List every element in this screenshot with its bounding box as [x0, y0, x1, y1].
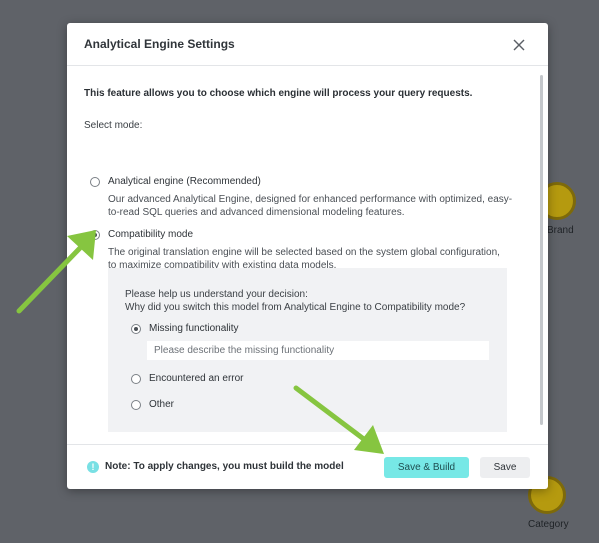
close-button[interactable] [511, 37, 527, 53]
reason-other-label[interactable]: Other [149, 399, 174, 410]
compatibility-mode-label[interactable]: Compatibility mode [108, 229, 193, 240]
dialog-scrollbar-thumb[interactable] [540, 75, 543, 425]
compatibility-mode-radio[interactable] [90, 230, 100, 240]
feedback-question-line2: Why did you switch this model from Analy… [125, 302, 466, 313]
info-icon: ! [87, 461, 99, 473]
analytical-engine-description-line2: to-read SQL queries and advanced dimensi… [108, 207, 405, 218]
feedback-question-line1: Please help us understand your decision: [125, 289, 308, 300]
build-note: Note: To apply changes, you must build t… [105, 461, 344, 472]
reason-error-radio[interactable] [131, 374, 141, 384]
canvas-node-brand-label: Brand [547, 225, 574, 236]
reason-other-radio[interactable] [131, 400, 141, 410]
dialog-body: This feature allows you to choose which … [67, 67, 548, 443]
analytical-engine-description: Our advanced Analytical Engine, designed… [108, 193, 518, 219]
dialog-header: Analytical Engine Settings [67, 23, 548, 66]
dialog-intro: This feature allows you to choose which … [84, 88, 473, 99]
analytical-engine-description-line1: Our advanced Analytical Engine, designed… [108, 194, 513, 205]
select-mode-label: Select mode: [84, 120, 143, 131]
reason-missing-functionality-label[interactable]: Missing functionality [149, 323, 238, 334]
compatibility-mode-description-line1: The original translation engine will be … [108, 247, 500, 258]
engine-settings-dialog: Analytical Engine Settings This feature … [67, 23, 548, 489]
analytical-engine-radio[interactable] [90, 177, 100, 187]
feedback-question: Please help us understand your decision:… [125, 288, 465, 314]
save-and-build-button[interactable]: Save & Build [384, 457, 469, 478]
reason-error-label[interactable]: Encountered an error [149, 373, 244, 384]
close-icon [513, 39, 525, 51]
reason-missing-functionality-radio[interactable] [131, 324, 141, 334]
dialog-title: Analytical Engine Settings [84, 37, 235, 51]
analytical-engine-label[interactable]: Analytical engine (Recommended) [108, 176, 261, 187]
save-button[interactable]: Save [480, 457, 530, 478]
missing-functionality-input[interactable] [147, 341, 489, 360]
canvas-node-category-label: Category [528, 519, 569, 530]
feedback-panel: Please help us understand your decision:… [108, 268, 507, 432]
